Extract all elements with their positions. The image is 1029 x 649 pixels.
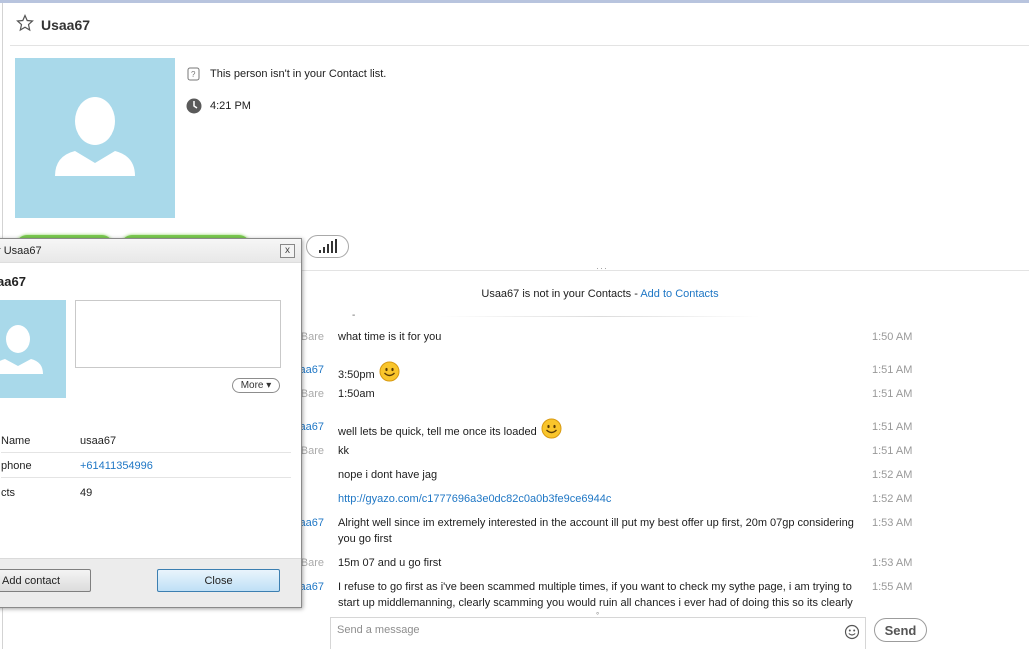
message-body: well lets be quick, tell me once its loa… [338, 426, 537, 438]
message-link[interactable]: http://gyazo.com/c1777696a3e0dc82c0a0b3f… [338, 491, 858, 507]
notice-separator [440, 316, 760, 317]
profile-dialog: r Usaa67 x aa67 More ▾ Name usaa67 phone +6… [0, 238, 302, 608]
message-body: 3:50pm [338, 369, 375, 381]
message-text: 1:50am [338, 386, 858, 402]
contact-avatar [15, 58, 175, 218]
emoji-icon[interactable] [844, 624, 860, 640]
signal-bars-icon [319, 239, 337, 253]
mood-message-box [75, 300, 281, 368]
message-text: 3:50pm [338, 361, 858, 383]
message-body: 15m 07 and u go first [338, 557, 442, 569]
profile-field-row: phone +61411354996 [1, 452, 291, 478]
add-to-contacts-link[interactable]: Add to Contacts [640, 288, 718, 300]
message-body: what time is it for you [338, 331, 442, 343]
message-text: Alright well since im extremely interest… [338, 515, 858, 547]
message-text: well lets be quick, tell me once its loa… [338, 418, 858, 440]
message-timestamp: 1:52 AM [872, 493, 913, 505]
profile-field-row: cts 49 [1, 479, 291, 505]
header-divider [297, 270, 1029, 271]
message-text: 15m 07 and u go first [338, 555, 858, 571]
history-dash: - [352, 310, 356, 321]
splitter-grip[interactable]: ··· [596, 263, 608, 273]
message-timestamp: 1:51 AM [872, 364, 913, 376]
message-timestamp: 1:52 AM [872, 469, 913, 481]
svg-text:?: ? [191, 70, 196, 79]
window-top-border [0, 0, 1029, 3]
message-text: I refuse to go first as i've been scamme… [338, 579, 858, 611]
not-in-contacts-notice: Usaa67 is not in your Contacts - Add to … [300, 288, 900, 300]
message-timestamp: 1:53 AM [872, 517, 913, 529]
smiley-emoticon-icon [379, 361, 400, 382]
star-icon[interactable] [16, 14, 34, 32]
message-body: kk [338, 445, 349, 457]
smiley-emoticon-icon [541, 418, 562, 439]
message-text: nope i dont have jag [338, 467, 858, 483]
profile-field-label: phone [1, 460, 32, 472]
message-timestamp: 1:51 AM [872, 388, 913, 400]
message-input[interactable] [337, 624, 827, 636]
dialog-avatar [0, 300, 66, 398]
message-text: kk [338, 443, 858, 459]
message-timestamp: 1:51 AM [872, 445, 913, 457]
message-body: http://gyazo.com/c1777696a3e0dc82c0a0b3f… [338, 493, 612, 505]
local-time: 4:21 PM [210, 100, 251, 112]
send-button[interactable]: Send [874, 618, 927, 642]
local-time-row: 4:21 PM [186, 98, 251, 114]
default-avatar-icon [0, 325, 43, 374]
profile-field-value: 49 [80, 487, 93, 499]
profile-field-label: Name [1, 435, 31, 447]
message-text: what time is it for you [338, 329, 858, 345]
contact-name: Usaa67 [41, 17, 91, 33]
profile-field-value[interactable]: +61411354996 [80, 460, 153, 472]
dialog-contact-name: aa67 [0, 274, 26, 289]
message-body: nope i dont have jag [338, 469, 438, 481]
default-avatar-icon [55, 97, 135, 176]
clock-icon [186, 98, 202, 114]
more-label: More [240, 380, 264, 391]
message-timestamp: 1:51 AM [872, 421, 913, 433]
call-quality-button[interactable] [306, 235, 349, 258]
message-timestamp: 1:55 AM [872, 581, 913, 593]
message-row: aa67 Alright well since im extremely inte… [298, 516, 918, 556]
message-timestamp: 1:50 AM [872, 331, 913, 343]
dialog-footer: Add contact Close [0, 558, 301, 607]
more-button[interactable]: More ▾ [232, 378, 280, 393]
not-in-list-text: This person isn't in your Contact list. [210, 68, 387, 80]
dialog-close-icon[interactable]: x [280, 244, 295, 258]
conversation-header: Usaa67 [10, 8, 1029, 46]
profile-field-value: usaa67 [80, 435, 117, 447]
notice-text: Usaa67 is not in your Contacts - [481, 288, 641, 300]
question-contact-icon: ? [187, 67, 200, 81]
message-body: 1:50am [338, 388, 375, 400]
message-timestamp: 1:53 AM [872, 557, 913, 569]
profile-field-label: cts [1, 487, 16, 499]
dialog-title: r Usaa67 [0, 245, 42, 257]
compose-box[interactable] [330, 617, 866, 649]
message-body: I refuse to go first as i've been scamme… [338, 581, 853, 609]
dialog-titlebar[interactable]: r Usaa67 [0, 239, 301, 263]
close-button[interactable]: Close [157, 569, 280, 592]
contact-status-row: ? This person isn't in your Contact list… [186, 66, 386, 82]
message-body: Alright well since im extremely interest… [338, 517, 854, 545]
add-contact-button[interactable]: Add contact [0, 569, 91, 592]
message-row: aa67 I refuse to go first as i've been sc… [298, 580, 918, 620]
profile-field-row: Name usaa67 [1, 427, 291, 453]
chevron-down-icon: ▾ [266, 380, 272, 391]
